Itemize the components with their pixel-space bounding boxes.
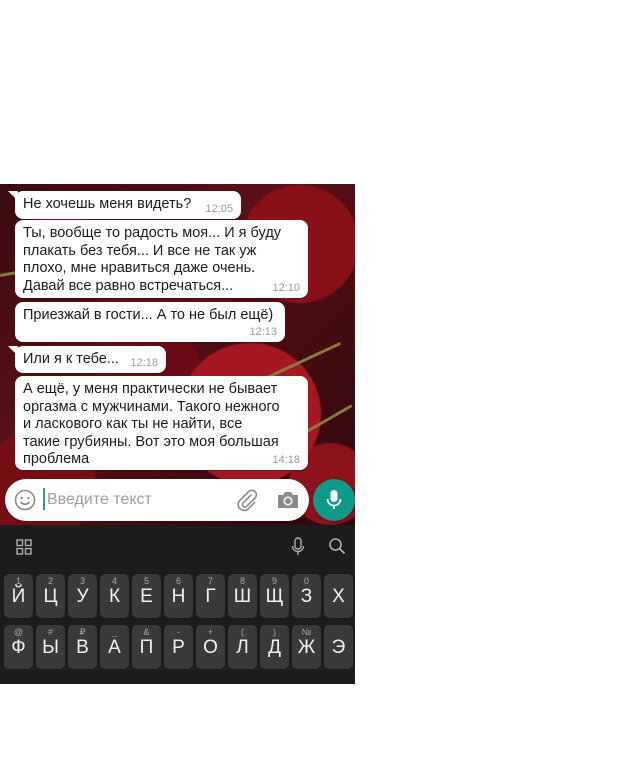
key[interactable]: 1Й	[4, 574, 33, 618]
key-hint: -	[177, 627, 180, 637]
message-text: Приезжай в гости... А то не был ещё)	[23, 307, 274, 323]
key-hint: 1	[15, 576, 21, 586]
message-bubble[interactable]: Приезжай в гости... А то не был ещё) 12:…	[15, 302, 285, 342]
key-letter: Е	[140, 586, 153, 607]
key-hint: 0	[303, 576, 309, 586]
message-text: Не хочешь меня видеть?	[23, 196, 192, 212]
key-letter: Д	[268, 637, 281, 658]
key-hint: +	[207, 627, 214, 637]
microphone-icon	[326, 490, 342, 509]
key-letter: А	[108, 637, 121, 658]
key-letter: Ы	[42, 637, 59, 658]
message-time: 12:13	[249, 326, 277, 338]
key-letter: У	[76, 586, 89, 607]
key-letter: Й	[11, 586, 26, 607]
key[interactable]: ) Д	[260, 625, 289, 669]
key-hint: #	[47, 627, 53, 637]
key[interactable]: & П	[132, 625, 161, 669]
key-hint: )	[273, 627, 276, 637]
key[interactable]: + О	[196, 625, 225, 669]
message-text: А ещё, у меня практически не бывает орга…	[23, 381, 280, 467]
key[interactable]: 0З	[292, 574, 321, 618]
grid-icon[interactable]	[16, 539, 32, 555]
key[interactable]: 2Ц	[36, 574, 65, 618]
key[interactable]: ₽ В	[68, 625, 97, 669]
message-input[interactable]	[47, 487, 227, 513]
key-hint: 5	[143, 576, 149, 586]
key[interactable]: _ А	[100, 625, 129, 669]
key-letter: Х	[332, 586, 345, 607]
key-letter: О	[203, 637, 218, 658]
message-bubble[interactable]: Ты, вообще то радость моя... И я буду пл…	[15, 220, 308, 298]
search-icon[interactable]	[328, 537, 346, 555]
key[interactable]: 9Щ	[260, 574, 289, 618]
key-letter: Н	[171, 586, 186, 607]
key[interactable]: 7Г	[196, 574, 225, 618]
key-letter: Ф	[11, 637, 26, 658]
key-letter: Л	[236, 637, 249, 658]
key-hint: 8	[239, 576, 245, 586]
key[interactable]: 8Ш	[228, 574, 257, 618]
key-letter: Г	[205, 586, 216, 607]
paperclip-icon[interactable]	[235, 488, 259, 512]
key-hint: 2	[47, 576, 53, 586]
message-bubble[interactable]: Или я к тебе... 12:18	[8, 346, 166, 373]
key[interactable]: -Р	[164, 625, 193, 669]
key[interactable]: 5Е	[132, 574, 161, 618]
message-bubble[interactable]: Не хочешь меня видеть? 12:05	[8, 191, 241, 219]
key-letter: З	[300, 586, 313, 607]
emoji-icon[interactable]	[13, 488, 37, 512]
key-hint: @	[13, 627, 24, 637]
phone-screen: Не хочешь меня видеть? 12:05 Ты, вообще …	[0, 184, 355, 684]
message-composer	[5, 479, 309, 521]
key-hint: 3	[79, 576, 85, 586]
key-letter: Р	[172, 637, 185, 658]
voice-record-button[interactable]	[313, 479, 355, 521]
message-text: Ты, вообще то радость моя... И я буду пл…	[23, 225, 282, 294]
key-letter: Ж	[297, 637, 316, 658]
text-cursor	[43, 488, 45, 510]
key-letter: Ш	[233, 586, 252, 607]
key-hint: &	[143, 627, 150, 637]
microphone-icon[interactable]	[290, 537, 306, 557]
key-hint: №	[301, 627, 312, 637]
keyboard: 1Й2Ц3У4К5Е6Н7Г8Ш9Щ0ЗХ @ Ф # Ы ₽ В _ А & П - Р + О(Л) Д…	[0, 525, 355, 684]
key-letter: Щ	[265, 586, 284, 607]
key-letter: Ц	[43, 586, 58, 607]
key[interactable]: Х	[324, 574, 353, 618]
key-letter: П	[139, 637, 154, 658]
key-letter: Э	[331, 637, 346, 658]
chat-wallpaper: Не хочешь меня видеть? 12:05 Ты, вообще …	[0, 184, 355, 525]
key-hint: 7	[207, 576, 213, 586]
key-hint: 4	[111, 576, 117, 586]
key[interactable]: 6Н	[164, 574, 193, 618]
message-time: 14:18	[272, 454, 300, 466]
message-time: 12:10	[272, 282, 300, 294]
key[interactable]: № Ж	[292, 625, 321, 669]
keyboard-toolbar	[0, 525, 355, 568]
key-hint: (	[241, 627, 244, 637]
message-time: 12:05	[205, 203, 233, 215]
key-letter: В	[76, 637, 89, 658]
key[interactable]: # Ы	[36, 625, 65, 669]
key[interactable]: (Л	[228, 625, 257, 669]
message-bubble[interactable]: А ещё, у меня практически не бывает орга…	[15, 376, 308, 470]
camera-icon[interactable]	[275, 488, 301, 512]
message-time: 12:18	[130, 357, 158, 369]
key[interactable]: Э	[324, 625, 353, 669]
key-hint: _	[111, 627, 117, 637]
key-hint: 9	[271, 576, 277, 586]
key-hint: 6	[175, 576, 181, 586]
key-letter: К	[108, 586, 121, 607]
key[interactable]: 4К	[100, 574, 129, 618]
key[interactable]: @ Ф	[4, 625, 33, 669]
key[interactable]: 3У	[68, 574, 97, 618]
